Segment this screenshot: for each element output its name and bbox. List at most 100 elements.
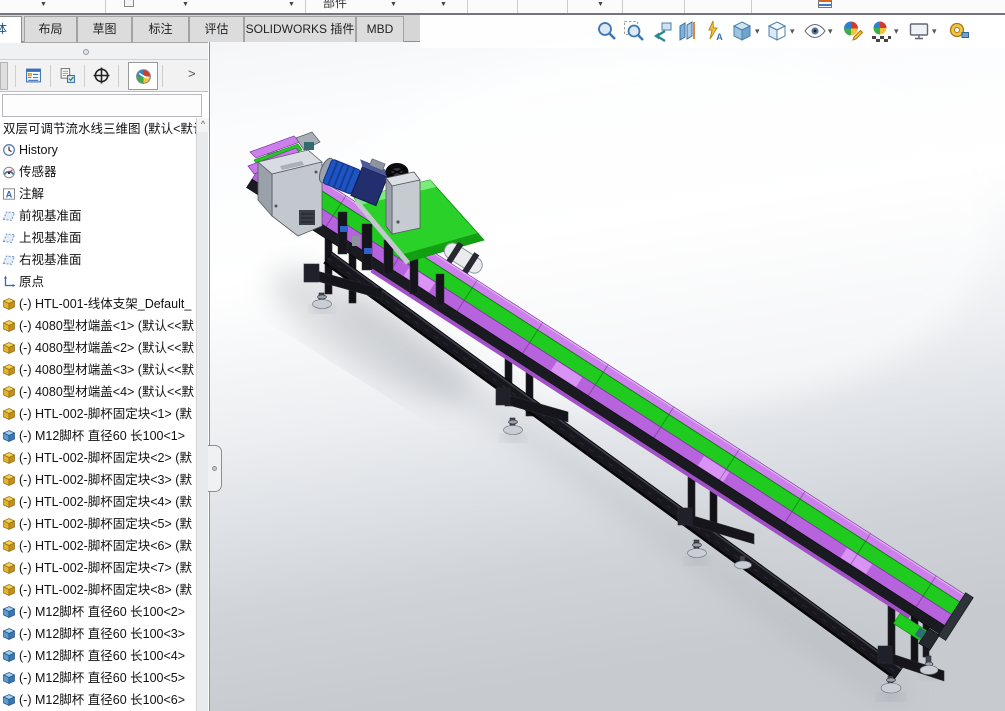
dropdown-arrow-icon[interactable]: ▾ — [894, 26, 899, 37]
tree-item-label: 传感器 — [19, 161, 57, 183]
tree-item[interactable]: (-) HTL-002-脚杯固定块<1> (默 — [0, 403, 197, 425]
edit-appearance-icon[interactable] — [840, 17, 866, 45]
ribbon-icon-fragment[interactable] — [818, 0, 832, 8]
feature-tree: History传感器A注解前视基准面上视基准面右视基准面原点(-) HTL-00… — [0, 139, 197, 711]
part-yellow-icon — [2, 561, 16, 575]
part-blue-icon — [2, 605, 16, 619]
previous-view-icon[interactable] — [649, 17, 675, 45]
manager-tabbar: > — [0, 60, 208, 92]
ribbon-tab-5[interactable]: SOLIDWORKS 插件 — [244, 16, 356, 42]
tree-item[interactable]: (-) M12脚杯 直径60 长100<3> — [0, 623, 197, 645]
tree-item-label: (-) HTL-002-脚杯固定块<4> (默 — [19, 491, 192, 513]
tree-item[interactable]: (-) M12脚杯 直径60 长100<4> — [0, 645, 197, 667]
tree-item-label: (-) HTL-001-线体支架_Default_ — [19, 293, 191, 315]
tree-item-label: (-) M12脚杯 直径60 长100<4> — [19, 645, 185, 667]
tree-item[interactable]: History — [0, 139, 197, 161]
part-yellow-icon — [2, 341, 16, 355]
plane-icon — [2, 209, 16, 223]
panel-splitter-handle[interactable] — [208, 445, 222, 492]
toolbar-separator — [305, 0, 306, 13]
tree-item[interactable]: (-) HTL-002-脚杯固定块<2> (默 — [0, 447, 197, 469]
tree-item-label: 原点 — [19, 271, 44, 293]
dimxpertmanager-tab[interactable] — [86, 62, 116, 90]
tree-item[interactable]: (-) 4080型材端盖<4> (默认<<默 — [0, 381, 197, 403]
sensor-icon — [2, 165, 16, 179]
ribbon-tab-1[interactable]: 布局 — [24, 16, 77, 42]
section-view-icon[interactable] — [675, 17, 701, 45]
toolbar-separator — [622, 0, 623, 13]
toolbar-separator — [517, 0, 518, 13]
panel-grip-dot[interactable] — [83, 49, 89, 55]
part-yellow-icon — [2, 363, 16, 377]
tree-filter-box[interactable] — [2, 94, 202, 117]
tree-item[interactable]: (-) M12脚杯 直径60 长100<6> — [0, 689, 197, 711]
tree-scrollbar[interactable]: ^ — [196, 118, 208, 711]
displaymanager-tab[interactable] — [128, 62, 158, 90]
tree-item[interactable]: 上视基准面 — [0, 227, 197, 249]
tree-item[interactable]: 原点 — [0, 271, 197, 293]
flyout-arrow-icon[interactable]: ▼ — [597, 1, 604, 8]
ribbon-tab-4[interactable]: 评估 — [189, 16, 244, 42]
tree-item[interactable]: (-) M12脚杯 直径60 长100<5> — [0, 667, 197, 689]
tree-item-label: (-) HTL-002-脚杯固定块<7> (默 — [19, 557, 192, 579]
flyout-arrow-icon[interactable]: ▼ — [288, 1, 295, 8]
tree-item[interactable]: A注解 — [0, 183, 197, 205]
scrollbar-up-arrow[interactable]: ^ — [197, 118, 209, 132]
tree-item-label: (-) 4080型材端盖<4> (默认<<默 — [19, 381, 194, 403]
flyout-arrow-icon[interactable]: ▼ — [440, 1, 447, 8]
view-settings-icon[interactable] — [906, 17, 932, 45]
dropdown-arrow-icon[interactable]: ▾ — [790, 26, 795, 37]
view-orientation-icon[interactable] — [729, 17, 755, 45]
tree-item-label: 右视基准面 — [19, 249, 82, 271]
ribbon-icon-fragment[interactable] — [124, 0, 134, 7]
tree-item[interactable]: (-) HTL-002-脚杯固定块<6> (默 — [0, 535, 197, 557]
tree-item[interactable]: (-) HTL-002-脚杯固定块<4> (默 — [0, 491, 197, 513]
propertymanager-tab[interactable] — [52, 62, 82, 90]
flyout-arrow-icon[interactable]: ▼ — [182, 1, 189, 8]
part-blue-icon — [2, 649, 16, 663]
apply-scene-icon[interactable] — [868, 17, 894, 45]
annotation-view-icon[interactable]: A — [701, 17, 727, 45]
ribbon-tab-2[interactable]: 草图 — [77, 16, 132, 42]
tree-item[interactable]: (-) 4080型材端盖<3> (默认<<默 — [0, 359, 197, 381]
tab-separator — [50, 65, 51, 87]
tree-item[interactable]: (-) HTL-002-脚杯固定块<8> (默 — [0, 579, 197, 601]
dropdown-arrow-icon[interactable]: ▾ — [828, 26, 833, 37]
assembly-root-item[interactable]: 双层可调节流水线三维图 (默认<默认 — [0, 118, 197, 140]
featuremanager-tab[interactable] — [18, 62, 48, 90]
flyout-arrow-icon[interactable]: ▼ — [40, 1, 47, 8]
dropdown-arrow-icon[interactable]: ▾ — [932, 26, 937, 37]
tree-item[interactable]: (-) HTL-002-脚杯固定块<3> (默 — [0, 469, 197, 491]
flyout-arrow-icon[interactable]: ▼ — [390, 1, 397, 8]
tree-item[interactable]: (-) 4080型材端盖<1> (默认<<默 — [0, 315, 197, 337]
ribbon-tab-3[interactable]: 标注 — [132, 16, 189, 42]
measure-icon[interactable] — [946, 17, 972, 45]
tree-item[interactable]: 右视基准面 — [0, 249, 197, 271]
ribbon-tab-6[interactable]: MBD — [356, 16, 404, 42]
dropdown-arrow-icon[interactable]: ▾ — [755, 26, 760, 37]
ribbon-divider — [0, 13, 1005, 15]
ribbon-tab-0[interactable]: 体 — [0, 16, 22, 43]
tree-item-label: (-) 4080型材端盖<3> (默认<<默 — [19, 359, 194, 381]
tree-item-label: (-) M12脚杯 直径60 长100<2> — [19, 601, 185, 623]
zoom-to-fit-icon[interactable] — [594, 17, 620, 45]
headsup-view-toolbar: A ▾ ▾ ▾ ▾ ▾ — [585, 17, 985, 49]
tree-item[interactable]: 前视基准面 — [0, 205, 197, 227]
tree-item[interactable]: (-) M12脚杯 直径60 长100<2> — [0, 601, 197, 623]
tree-item[interactable]: (-) HTL-002-脚杯固定块<7> (默 — [0, 557, 197, 579]
manager-tab-overflow-arrow[interactable]: > — [188, 66, 196, 81]
tree-item[interactable]: (-) HTL-001-线体支架_Default_ — [0, 293, 197, 315]
panel-grip-strip[interactable] — [0, 42, 208, 60]
display-style-icon[interactable] — [764, 17, 790, 45]
part-yellow-icon — [2, 385, 16, 399]
tree-item[interactable]: (-) 4080型材端盖<2> (默认<<默 — [0, 337, 197, 359]
manager-tab-partial[interactable] — [0, 62, 8, 90]
part-yellow-icon — [2, 319, 16, 333]
zoom-to-area-icon[interactable] — [621, 17, 647, 45]
tree-item[interactable]: (-) M12脚杯 直径60 长100<1> — [0, 425, 197, 447]
tree-item-label: 上视基准面 — [19, 227, 82, 249]
tree-item[interactable]: 传感器 — [0, 161, 197, 183]
tree-item[interactable]: (-) HTL-002-脚杯固定块<5> (默 — [0, 513, 197, 535]
hide-show-items-icon[interactable] — [802, 17, 828, 45]
svg-text:A: A — [716, 32, 723, 42]
